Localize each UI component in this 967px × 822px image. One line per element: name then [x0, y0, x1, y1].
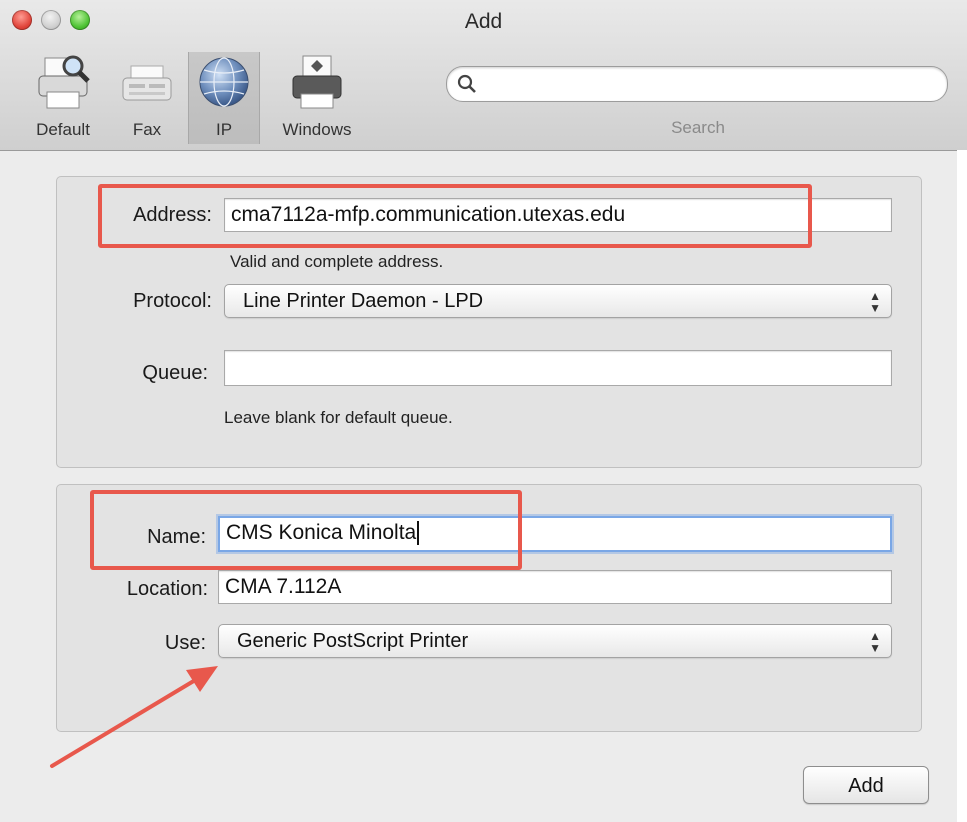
search-input[interactable]: [483, 71, 937, 97]
toolbar-default-label: Default: [36, 120, 90, 139]
add-printer-window: Add Default Fax IP Windows Search Addres…: [0, 0, 967, 822]
updown-arrows-icon: ▲ ▼: [869, 289, 881, 315]
search-field[interactable]: [446, 66, 948, 102]
queue-hint: Leave blank for default queue.: [224, 408, 453, 427]
name-field[interactable]: CMS Konica Minolta: [218, 516, 892, 552]
globe-icon: [194, 52, 254, 112]
printer-magnifier-icon: [33, 52, 93, 112]
address-field[interactable]: cma7112a-mfp.communication.utexas.edu: [224, 198, 892, 232]
toolbar-windows-button[interactable]: Windows: [270, 52, 364, 144]
window-title: Add: [464, 10, 503, 33]
location-label: Location:: [126, 578, 208, 600]
text-caret: [417, 521, 420, 546]
toolbar-default-button[interactable]: Default: [24, 52, 102, 144]
updown-arrows-icon: ▲ ▼: [869, 629, 881, 655]
address-hint: Valid and complete address.: [230, 252, 444, 271]
title-toolbar: Add Default Fax IP Windows Search: [0, 0, 967, 151]
toolbar-ip-button[interactable]: IP: [188, 52, 260, 144]
search-icon: [457, 74, 476, 93]
protocol-select[interactable]: Line Printer Daemon - LPD ▲ ▼: [224, 284, 892, 318]
location-field[interactable]: CMA 7.112A: [218, 570, 892, 604]
protocol-label: Protocol:: [133, 290, 212, 312]
queue-field[interactable]: [224, 350, 892, 386]
name-value: CMS Konica Minolta: [226, 521, 417, 544]
use-value: Generic PostScript Printer: [237, 630, 469, 652]
search-label: Search: [671, 118, 725, 137]
windows-printer-icon: [287, 52, 347, 112]
toolbar-windows-label: Windows: [282, 120, 352, 139]
address-label: Address:: [133, 204, 212, 226]
queue-label: Queue:: [142, 362, 208, 384]
name-label: Name:: [147, 526, 206, 548]
toolbar-fax-button[interactable]: Fax: [116, 52, 178, 144]
add-button[interactable]: Add: [803, 766, 929, 804]
search-area: Search: [446, 66, 950, 137]
fax-icon: [117, 52, 177, 112]
window-edge: [957, 150, 967, 822]
protocol-value: Line Printer Daemon - LPD: [243, 290, 484, 312]
use-select[interactable]: Generic PostScript Printer ▲ ▼: [218, 624, 892, 658]
toolbar-fax-label: Fax: [132, 120, 162, 139]
use-label: Use:: [164, 632, 206, 654]
toolbar-ip-label: IP: [215, 120, 233, 139]
